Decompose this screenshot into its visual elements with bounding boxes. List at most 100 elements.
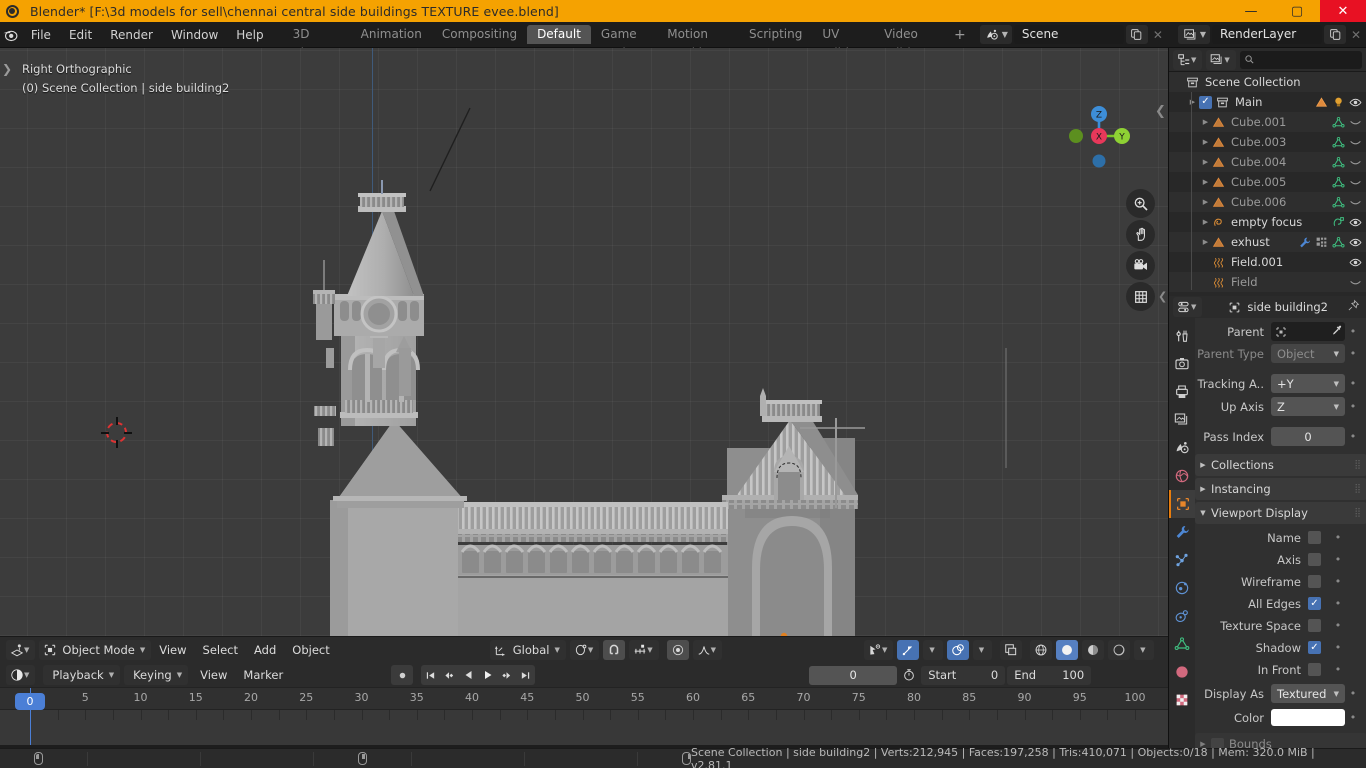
blender-menu-icon[interactable] — [0, 22, 22, 48]
jump-end-button[interactable] — [516, 665, 536, 685]
scene-new-button[interactable] — [1125, 25, 1148, 44]
viewport-display-checkbox[interactable] — [1308, 663, 1321, 676]
eye-icon[interactable] — [1349, 236, 1362, 249]
animate-dot[interactable]: • — [1333, 619, 1343, 632]
eye-icon[interactable] — [1349, 216, 1362, 229]
tab-material[interactable] — [1169, 658, 1195, 686]
zoom-icon[interactable] — [1126, 189, 1155, 218]
outliner-row[interactable]: ▶ Cube.003 — [1169, 132, 1366, 152]
parent-field[interactable] — [1271, 322, 1345, 341]
overlays-toggle[interactable] — [946, 640, 969, 660]
jump-start-button[interactable] — [421, 665, 441, 685]
expand-triangle[interactable]: ▶ — [1199, 238, 1212, 246]
tab-render[interactable] — [1169, 350, 1195, 378]
panel-instancing[interactable]: ▶ Instancing ⣿ — [1195, 478, 1366, 500]
add-workspace-button[interactable]: + — [946, 27, 974, 43]
next-keyframe-button[interactable] — [497, 665, 517, 685]
shading-solid[interactable] — [1056, 640, 1079, 660]
use-preview-range-icon[interactable] — [897, 668, 921, 682]
closed-eye-icon[interactable] — [1349, 276, 1362, 289]
viewport-menu-object[interactable]: Object — [284, 640, 337, 660]
hand-icon[interactable] — [1126, 220, 1155, 249]
mesh-data-icon[interactable] — [1332, 156, 1345, 169]
proportional-falloff-dropdown[interactable]: ▼ — [692, 640, 722, 660]
snap-target-button[interactable]: ▼ — [569, 640, 600, 660]
light-badge-icon[interactable] — [1332, 96, 1345, 109]
xray-toggle[interactable] — [1000, 640, 1023, 660]
mesh-data-icon[interactable] — [1332, 176, 1345, 189]
expand-triangle[interactable]: ▶ — [1186, 98, 1199, 106]
mesh-data-icon[interactable] — [1332, 196, 1345, 209]
outliner-display-mode-button[interactable]: ▼ — [1206, 49, 1236, 70]
close-button[interactable]: ✕ — [1320, 0, 1366, 22]
panel-collections[interactable]: ▶ Collections ⣿ — [1195, 454, 1366, 476]
animate-dot[interactable]: • — [1333, 575, 1343, 588]
mesh-data-icon[interactable] — [1332, 136, 1345, 149]
tab-object-data[interactable] — [1169, 630, 1195, 658]
pass-index-field[interactable]: 0 — [1271, 427, 1345, 446]
tab-object[interactable] — [1169, 490, 1195, 518]
grid-icon[interactable] — [1126, 282, 1155, 311]
tab-scene[interactable] — [1169, 434, 1195, 462]
viewport-menu-view[interactable]: View — [151, 640, 194, 660]
outliner-row[interactable]: ▶ exhust — [1169, 232, 1366, 252]
viewlayer-name-field[interactable]: RenderLayer — [1212, 25, 1322, 44]
tab-view-layer[interactable] — [1169, 406, 1195, 434]
tab-3d-view-full[interactable]: 3D View Full — [283, 25, 351, 79]
animate-dot[interactable]: • — [1333, 553, 1343, 566]
tab-uv-editing[interactable]: UV Editing — [812, 25, 874, 60]
playback-dropdown[interactable]: Playback ▼ — [43, 665, 121, 685]
pin-icon[interactable] — [1347, 299, 1366, 315]
gizmo-toggle[interactable] — [897, 640, 920, 660]
viewport-display-checkbox[interactable] — [1308, 553, 1321, 566]
animate-dot[interactable]: • — [1348, 400, 1358, 413]
eyedropper-icon[interactable] — [1331, 324, 1343, 339]
shading-wireframe[interactable] — [1030, 640, 1053, 660]
outliner-row[interactable]: Field.001 — [1169, 252, 1366, 272]
gizmo-settings-dropdown[interactable]: ▼ — [923, 640, 943, 660]
eye-icon[interactable] — [1349, 96, 1362, 109]
outliner-row[interactable]: Field — [1169, 272, 1366, 292]
animate-dot[interactable]: • — [1333, 531, 1343, 544]
outliner-resize-arrow[interactable]: ❮ — [1158, 290, 1167, 303]
viewlayer-new-button[interactable] — [1324, 25, 1346, 44]
animate-dot[interactable]: • — [1348, 377, 1358, 390]
mesh-data-icon[interactable] — [1332, 116, 1345, 129]
editor-type-button[interactable]: ▼ — [6, 640, 36, 660]
shading-settings-dropdown[interactable]: ▼ — [1134, 640, 1154, 660]
tab-physics[interactable] — [1169, 574, 1195, 602]
menu-edit[interactable]: Edit — [60, 25, 101, 45]
menu-render[interactable]: Render — [101, 25, 162, 45]
viewport-display-checkbox[interactable] — [1308, 641, 1321, 654]
snap-mode-dropdown[interactable]: ▼ — [629, 640, 659, 660]
tab-default[interactable]: Default — [527, 25, 591, 44]
tab-tool[interactable] — [1169, 322, 1195, 350]
viewport-display-checkbox[interactable] — [1308, 619, 1321, 632]
timeline-menu-view[interactable]: View — [192, 665, 235, 685]
timeline-menu-marker[interactable]: Marker — [235, 665, 291, 685]
animate-dot[interactable]: • — [1333, 641, 1343, 654]
display-as-dropdown[interactable]: Textured ▼ — [1271, 684, 1345, 703]
transform-orientation-dropdown[interactable]: Global ▼ — [489, 640, 566, 660]
outliner-row[interactable]: ▶ Cube.004 — [1169, 152, 1366, 172]
maximize-button[interactable]: ▢ — [1274, 0, 1320, 22]
modifier-icon[interactable] — [1315, 236, 1328, 249]
tab-animation[interactable]: Animation — [351, 25, 432, 44]
outliner-row[interactable]: Scene Collection — [1169, 72, 1366, 92]
animate-dot[interactable]: • — [1348, 430, 1358, 443]
collection-checkbox[interactable] — [1199, 95, 1212, 109]
object-color-swatch[interactable] — [1271, 709, 1345, 726]
closed-eye-icon[interactable] — [1349, 116, 1362, 129]
viewport-display-checkbox[interactable] — [1308, 531, 1321, 544]
auto-keying-toggle[interactable] — [391, 665, 414, 685]
keying-dropdown[interactable]: Keying ▼ — [124, 665, 189, 685]
play-reverse-button[interactable] — [459, 665, 479, 685]
tab-constraints[interactable] — [1169, 602, 1195, 630]
scene-browse-button[interactable]: ▼ — [979, 25, 1012, 44]
current-frame-field[interactable]: 0 — [809, 665, 898, 685]
shading-material[interactable] — [1082, 640, 1105, 660]
expand-triangle[interactable]: ▶ — [1199, 178, 1212, 186]
overlays-settings-dropdown[interactable]: ▼ — [972, 640, 993, 660]
scene-remove-button[interactable]: ✕ — [1148, 25, 1168, 44]
end-frame-field[interactable]: End 100 — [1007, 665, 1092, 685]
